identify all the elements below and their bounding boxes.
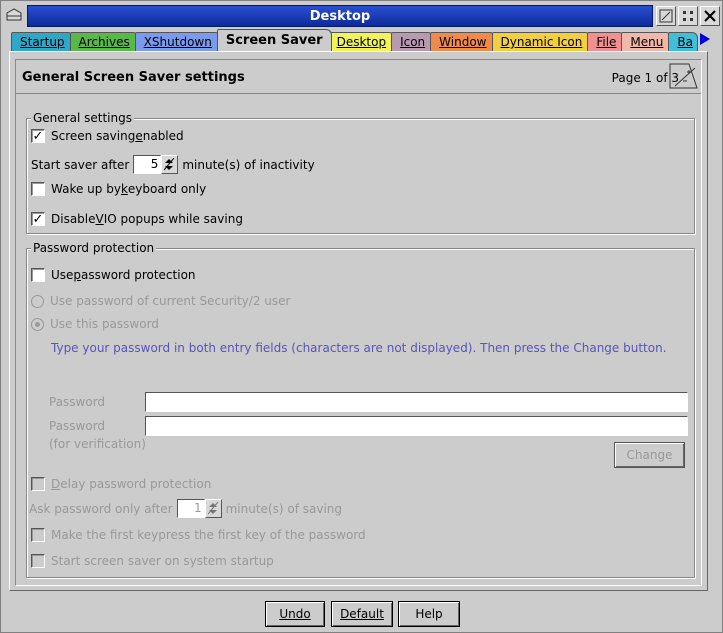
page-content: General Screen Saver settings Page 1 of … [15,59,702,586]
tab-scroll-right-icon[interactable] [697,29,713,49]
ask-after-row: Ask password only after 1 minute(s) of s… [29,499,342,518]
help-button[interactable]: Help [398,601,460,627]
wake-keyboard-checkbox[interactable]: Wake up by k eyboard only [31,182,206,196]
radio-this-password[interactable]: Use this password [31,317,159,331]
minimize-icon[interactable] [656,6,676,26]
change-button[interactable]: Change [614,442,685,468]
ask-after-spinbutton[interactable]: 1 [176,499,222,518]
password-verify-label: Password [49,419,106,433]
start-saver-label: Start saver after [31,157,130,172]
general-settings-group: General settings ✓ Screen saving e nabled… [26,111,695,234]
password-label: Password [49,395,106,409]
screen-saving-enabled-checkbox[interactable]: ✓ Screen saving e nabled [31,129,184,143]
tab-screen-saver[interactable]: Screen Saver [216,29,332,51]
close-icon[interactable] [700,6,720,26]
notebook-tabs: Startup Archives XShutdown Screen Saver … [11,29,719,51]
checkbox-box[interactable] [31,477,45,491]
start-saver-spinbutton[interactable]: 5 [133,155,179,174]
tab-startup[interactable]: Startup [11,32,74,51]
checkbox-box[interactable] [31,554,45,568]
window-title[interactable]: Desktop [27,5,653,27]
title-bar: Desktop [1,1,722,29]
group-title: Password protection [31,241,157,255]
start-saver-suffix: minute(s) of inactivity [182,157,315,172]
tab-archives[interactable]: Archives [69,32,139,51]
radio-button[interactable] [31,294,44,308]
start-on-startup-checkbox[interactable]: Start screen saver on system startup [31,554,274,568]
checkbox-box[interactable] [31,268,45,282]
page-header: General Screen Saver settings Page 1 of … [16,60,701,94]
group-title: General settings [31,111,134,125]
undo-button[interactable]: Undo [265,601,325,627]
checkbox-box[interactable]: ✓ [31,212,45,226]
notebook-page: General Screen Saver settings Page 1 of … [9,51,708,591]
radio-security-user[interactable]: Use password of current Security/2 user [31,294,290,308]
tab-icon[interactable]: Icon [391,32,435,51]
start-saver-row: Start saver after 5 minute(s) of inactiv… [31,155,315,174]
page-turn-icon[interactable] [669,62,699,90]
default-button[interactable]: Default [331,601,393,627]
start-saver-value[interactable]: 5 [133,155,162,174]
desktop-settings-window: Desktop Startup Archives XShutdown Scree… [0,0,723,633]
ask-after-suffix: minute(s) of saving [225,501,343,516]
radio-button[interactable] [31,317,44,331]
tab-desktop[interactable]: Desktop [327,32,396,51]
first-keypress-checkbox[interactable]: Make the first keypress the first key of… [31,528,366,542]
password-verify-field[interactable] [145,416,688,436]
tab-file[interactable]: File [587,32,626,51]
tab-window[interactable]: Window [430,32,496,51]
checkbox-box[interactable]: ✓ [31,129,45,143]
password-instructions: Type your password in both entry fields … [51,341,667,355]
ask-after-value[interactable]: 1 [176,499,205,518]
disable-vio-checkbox[interactable]: ✓ Disable V IO popups while saving [31,212,243,226]
tab-xshutdown[interactable]: XShutdown [134,32,221,51]
system-menu-icon[interactable] [3,4,25,26]
tab-menu[interactable]: Menu [621,32,673,51]
page-title: General Screen Saver settings [22,70,245,85]
tab-background[interactable]: Ba [668,32,699,51]
delay-protection-checkbox[interactable]: Delay password protection [31,477,211,491]
password-field[interactable] [145,392,688,412]
maximize-icon[interactable] [678,6,698,26]
spin-arrows-icon[interactable] [204,499,222,518]
password-protection-group: Password protection Use p assword protect… [26,241,695,578]
ask-after-label: Ask password only after [29,501,173,516]
password-verify-sublabel: (for verification) [49,437,146,451]
checkbox-box[interactable] [31,182,45,196]
checkbox-box[interactable] [31,528,45,542]
spin-arrows-icon[interactable] [161,155,179,174]
use-password-checkbox[interactable]: Use p assword protection [31,268,196,282]
tab-dynamic-icon[interactable]: Dynamic Icon [491,32,592,51]
